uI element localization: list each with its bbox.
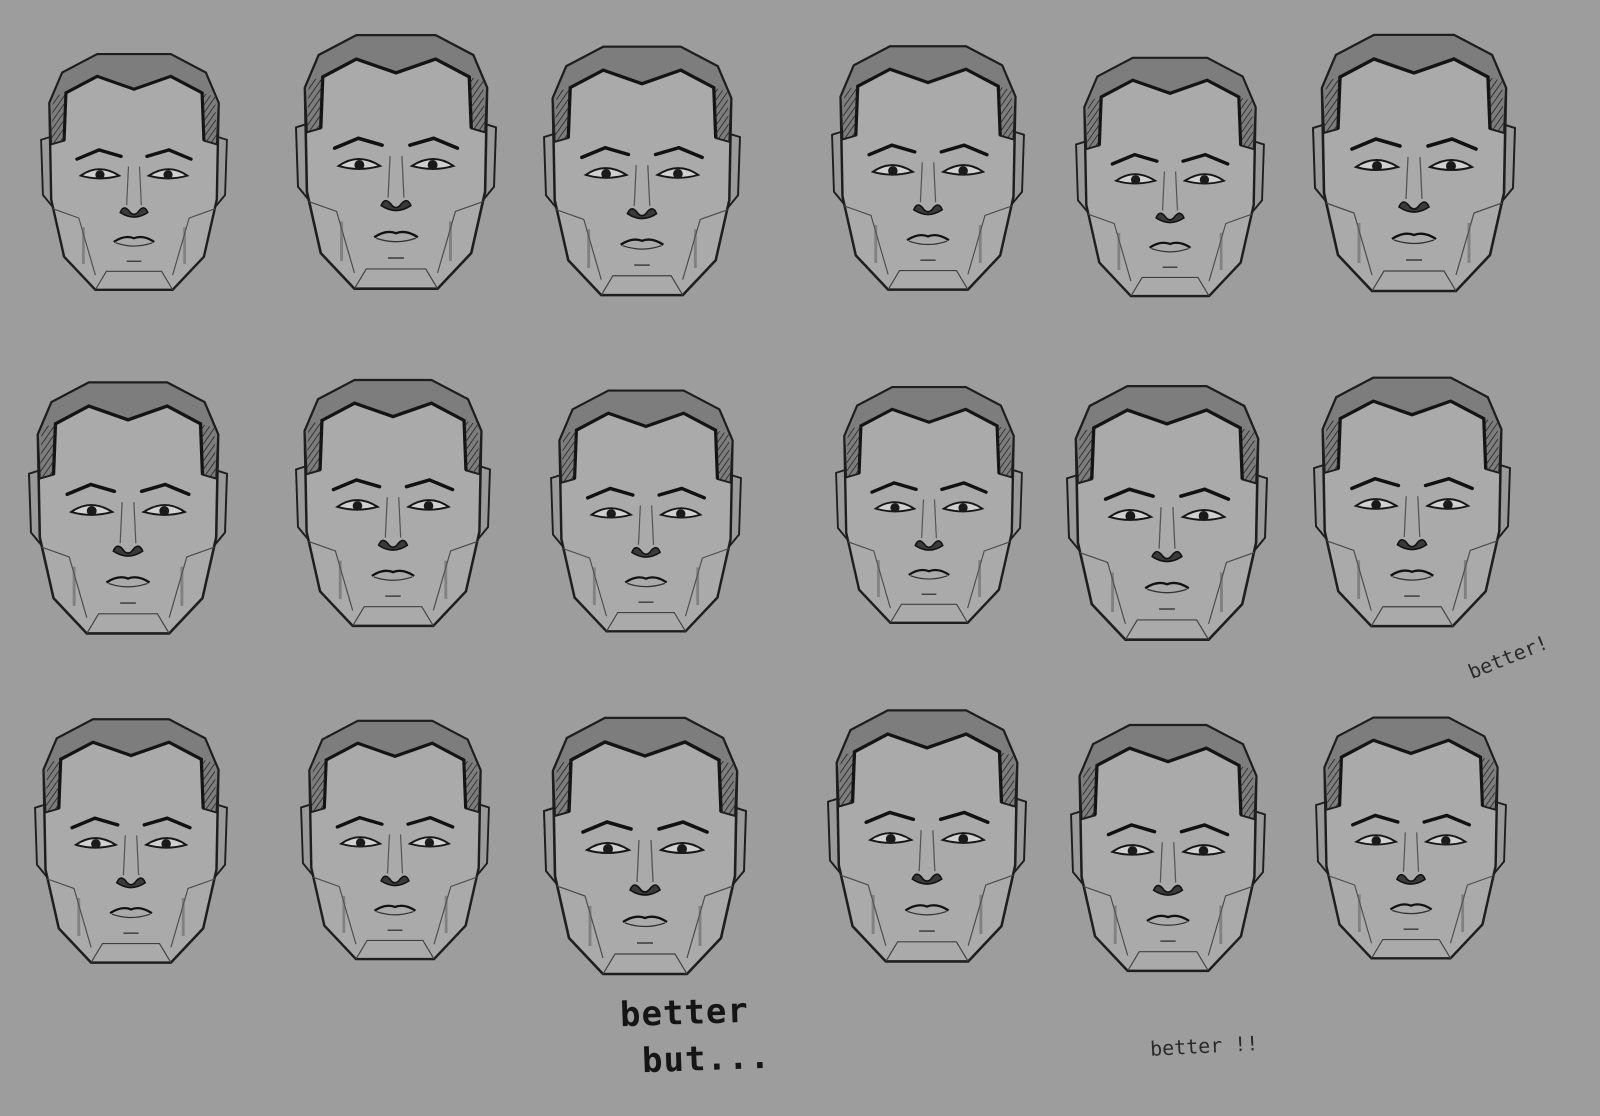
face-sketch (1314, 715, 1508, 961)
face-sketch-grid (27, 33, 1517, 976)
face-sketch (1312, 376, 1512, 628)
face-sketch (33, 717, 229, 965)
face-sketch (830, 44, 1026, 292)
note-better-double-exclaim: better !! (1149, 1031, 1259, 1061)
note-better: better (619, 990, 750, 1036)
face-sketch (549, 388, 743, 634)
face-sketch (1311, 33, 1517, 293)
face-sketch (294, 33, 498, 291)
face-sketch (1074, 56, 1266, 298)
sketch-sheet (27, 33, 1517, 976)
face-sketch (27, 380, 229, 636)
face-sketch (1069, 723, 1267, 973)
face-sketch (826, 708, 1028, 964)
face-sketch (294, 378, 492, 628)
face-sketch (299, 719, 491, 961)
face-sketch (542, 716, 748, 976)
face-sketch (1065, 384, 1269, 642)
face-sketch (542, 45, 742, 297)
face-sketch (39, 52, 229, 292)
face-sketch (834, 385, 1024, 625)
note-but: but... (641, 1036, 772, 1082)
